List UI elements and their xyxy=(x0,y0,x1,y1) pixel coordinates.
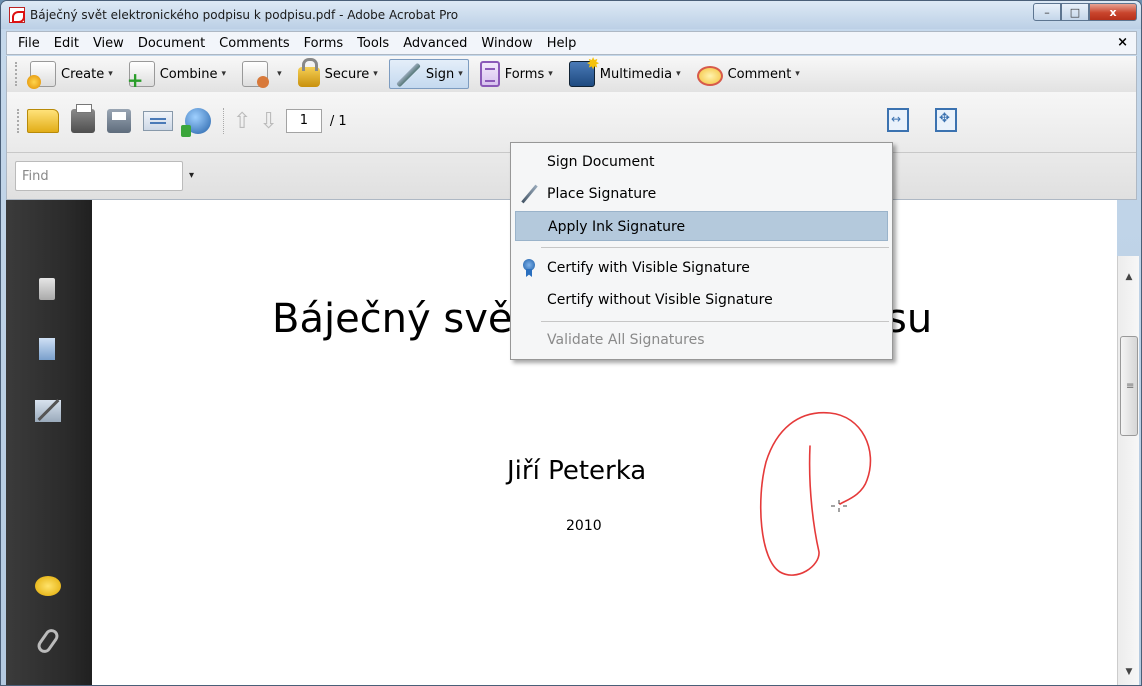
create-button[interactable]: Create ▾ xyxy=(25,59,118,89)
secure-button[interactable]: Secure ▾ xyxy=(293,58,383,89)
chevron-down-icon: ▾ xyxy=(795,69,800,79)
toolbar-grip[interactable] xyxy=(17,109,21,133)
menu-advanced[interactable]: Advanced xyxy=(396,36,474,51)
pages-icon[interactable] xyxy=(39,278,55,300)
window-title: Báječný svět elektronického podpisu k po… xyxy=(30,8,459,22)
tasks-toolbar: Create ▾ Combine ▾ ▾ Secure ▾ Sign ▾ For… xyxy=(6,54,1137,92)
menu-help[interactable]: Help xyxy=(540,36,584,51)
forms-icon xyxy=(479,61,500,87)
chevron-down-icon: ▾ xyxy=(458,69,463,79)
multimedia-icon xyxy=(568,54,600,87)
previous-page-icon[interactable]: ⇧ xyxy=(233,109,251,134)
upload-globe-icon[interactable] xyxy=(181,108,211,137)
comment-label: Comment xyxy=(727,66,792,82)
sign-button[interactable]: Sign ▾ xyxy=(388,59,469,89)
scroll-down-icon[interactable]: ▼ xyxy=(1118,667,1140,685)
chevron-down-icon: ▾ xyxy=(676,69,681,79)
maximize-button[interactable]: □ xyxy=(1061,3,1089,21)
menu-window[interactable]: Window xyxy=(474,36,539,51)
scrollbar-thumb[interactable]: ≡ xyxy=(1120,336,1138,436)
toolbar-separator xyxy=(223,108,225,134)
collaborate-icon xyxy=(242,61,270,88)
place-signature-label: Place Signature xyxy=(547,186,657,202)
menu-item-sign-document[interactable]: Sign Document xyxy=(515,147,888,177)
document-close-icon[interactable]: × xyxy=(1117,35,1128,50)
chevron-down-icon: ▾ xyxy=(548,69,553,79)
fit-page-icon[interactable] xyxy=(935,108,957,132)
menu-document[interactable]: Document xyxy=(131,36,212,51)
menu-forms[interactable]: Forms xyxy=(297,36,351,51)
find-input[interactable]: Find xyxy=(15,160,183,191)
menu-separator xyxy=(541,321,889,322)
sign-label: Sign xyxy=(425,66,455,82)
sign-menu: Sign Document Place Signature Apply Ink … xyxy=(510,142,893,360)
scrollbar-grip-icon: ≡ xyxy=(1126,381,1135,392)
print-icon[interactable] xyxy=(71,104,95,133)
chevron-down-icon: ▾ xyxy=(108,69,113,79)
multimedia-label: Multimedia xyxy=(599,66,673,82)
certificate-ribbon-icon xyxy=(523,259,535,271)
forms-label: Forms xyxy=(504,66,545,82)
chevron-down-icon: ▾ xyxy=(277,69,282,79)
comments-icon[interactable] xyxy=(35,576,61,596)
certify-visible-label: Certify with Visible Signature xyxy=(547,260,750,276)
menu-edit[interactable]: Edit xyxy=(47,36,86,51)
toolbar-grip[interactable] xyxy=(15,62,19,86)
forms-button[interactable]: Forms ▾ xyxy=(475,59,558,89)
page-total: / 1 xyxy=(329,113,347,129)
minimize-button[interactable]: – xyxy=(1033,3,1061,21)
title-bar: Báječný svět elektronického podpisu k po… xyxy=(1,1,1141,29)
chevron-down-icon: ▾ xyxy=(221,69,227,79)
create-pdf-icon xyxy=(27,61,56,89)
window-controls: – □ x xyxy=(1033,3,1137,21)
save-icon[interactable] xyxy=(107,109,131,133)
lock-icon xyxy=(297,58,320,87)
navigation-pane xyxy=(6,200,92,685)
secure-label: Secure xyxy=(324,66,370,82)
find-options-chevron-icon[interactable]: ▾ xyxy=(189,170,194,181)
menu-item-certify-invisible[interactable]: Certify without Visible Signature xyxy=(515,285,888,315)
collaborate-button[interactable]: ▾ xyxy=(237,59,287,89)
menu-item-certify-visible[interactable]: Certify with Visible Signature xyxy=(515,253,888,283)
comment-bubble-icon xyxy=(696,66,723,86)
menu-view[interactable]: View xyxy=(86,36,131,51)
comment-button[interactable]: Comment ▾ xyxy=(692,59,805,89)
menu-item-validate-all: Validate All Signatures xyxy=(547,332,705,348)
close-button[interactable]: x xyxy=(1089,3,1137,21)
menu-bar: File Edit View Document Comments Forms T… xyxy=(6,31,1137,55)
combine-files-icon xyxy=(127,61,155,92)
page-number-input[interactable]: 1 xyxy=(285,109,322,133)
combine-button[interactable]: Combine ▾ xyxy=(124,59,231,92)
menu-file[interactable]: File xyxy=(11,36,47,51)
next-page-icon[interactable]: ⇩ xyxy=(259,109,277,134)
signatures-icon[interactable] xyxy=(35,400,61,422)
bookmarks-icon[interactable] xyxy=(39,338,55,360)
vertical-scrollbar[interactable]: ▲ ≡ ▼ xyxy=(1117,256,1140,685)
create-label: Create xyxy=(61,66,105,82)
menu-item-place-signature[interactable]: Place Signature xyxy=(515,179,888,209)
scroll-up-icon[interactable]: ▲ xyxy=(1118,272,1140,290)
menu-separator xyxy=(541,247,889,248)
menu-item-apply-ink-signature[interactable]: Apply Ink Signature xyxy=(515,211,888,241)
email-icon[interactable] xyxy=(143,111,173,131)
paperclip-icon[interactable] xyxy=(34,626,62,656)
multimedia-button[interactable]: Multimedia ▾ xyxy=(564,54,686,89)
pen-icon xyxy=(395,61,421,87)
menu-tools[interactable]: Tools xyxy=(350,36,396,51)
fit-width-icon[interactable] xyxy=(887,108,909,132)
menu-comments[interactable]: Comments xyxy=(212,36,296,51)
combine-label: Combine xyxy=(159,66,218,82)
open-folder-icon[interactable] xyxy=(27,109,59,133)
chevron-down-icon: ▾ xyxy=(373,69,378,79)
acrobat-window: Báječný svět elektronického podpisu k po… xyxy=(0,0,1142,686)
pen-icon xyxy=(521,185,537,203)
acrobat-pdf-icon xyxy=(9,7,25,23)
